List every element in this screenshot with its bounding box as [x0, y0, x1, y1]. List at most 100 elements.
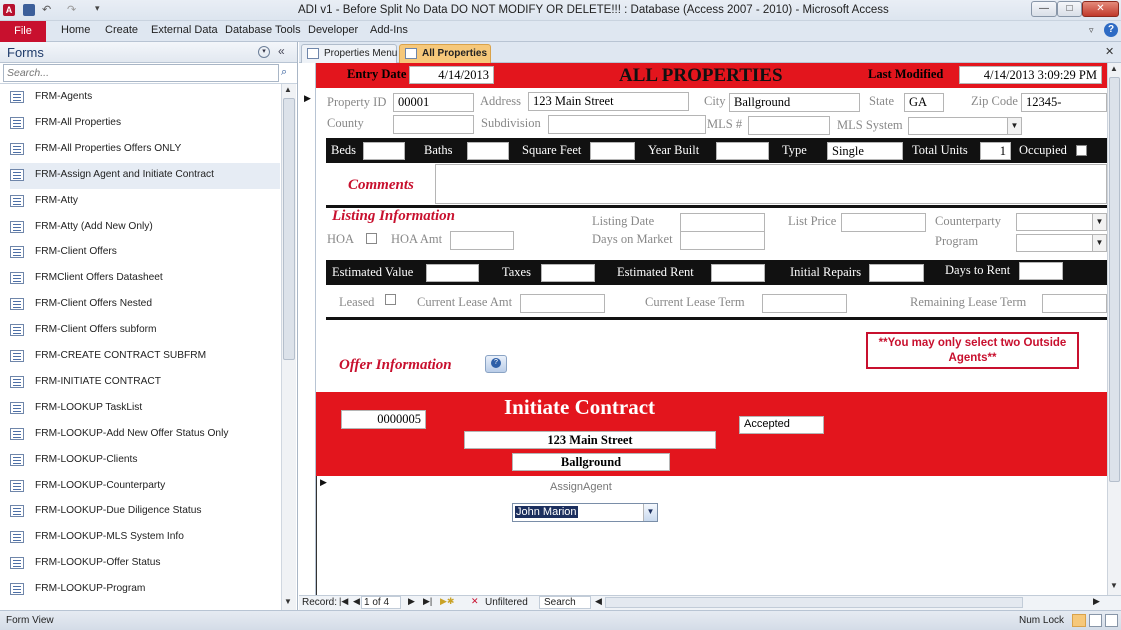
- tab-file[interactable]: File: [0, 21, 46, 42]
- tab-database-tools[interactable]: Database Tools: [225, 24, 301, 36]
- subdivision-field[interactable]: [548, 115, 706, 134]
- address-field[interactable]: 123 Main Street: [528, 92, 689, 111]
- redo-icon[interactable]: ↷: [67, 3, 76, 16]
- scroll-left-icon[interactable]: ◀: [595, 596, 602, 607]
- horizontal-scrollbar-track[interactable]: [605, 597, 1023, 608]
- year-built-field[interactable]: [716, 142, 769, 160]
- nav-item-form[interactable]: FRM-Client Offers Nested: [10, 292, 280, 318]
- program-select[interactable]: ▼: [1016, 234, 1107, 252]
- scroll-up-icon[interactable]: ▲: [284, 85, 292, 94]
- listing-date-field[interactable]: [680, 213, 765, 232]
- previous-record-icon[interactable]: ◀: [353, 596, 360, 607]
- nav-item-form[interactable]: FRM-LOOKUP-Clients: [10, 448, 280, 474]
- form-vertical-scrollbar[interactable]: ▲ ▼: [1107, 63, 1121, 595]
- current-lease-amt-field[interactable]: [520, 294, 605, 313]
- last-modified-field[interactable]: 4/14/2013 3:09:29 PM: [959, 66, 1102, 84]
- nav-item-form[interactable]: FRM-Client Offers: [10, 240, 280, 266]
- hoa-checkbox[interactable]: [366, 233, 377, 244]
- contract-status-field[interactable]: Accepted: [739, 416, 824, 434]
- record-position-field[interactable]: 1 of 4: [361, 596, 401, 609]
- nav-item-form[interactable]: FRM-LOOKUP-Counterparty: [10, 474, 280, 500]
- offer-info-button[interactable]: ?: [485, 355, 507, 373]
- nav-item-form[interactable]: FRM-INITIATE CONTRACT: [10, 370, 280, 396]
- leased-checkbox[interactable]: [385, 294, 396, 305]
- collapse-pane-icon[interactable]: «: [278, 44, 285, 58]
- nav-item-form[interactable]: FRMClient Offers Datasheet: [10, 266, 280, 292]
- nav-item-form[interactable]: FRM-Agents: [10, 85, 280, 111]
- first-record-icon[interactable]: |◀: [339, 596, 348, 607]
- assign-agent-select[interactable]: John Marion ▼: [512, 503, 658, 522]
- scroll-down-icon[interactable]: ▼: [1110, 581, 1118, 590]
- form-scroll-thumb[interactable]: [1109, 77, 1120, 482]
- current-lease-term-field[interactable]: [762, 294, 847, 313]
- scroll-up-icon[interactable]: ▲: [1110, 64, 1118, 73]
- nav-menu-chevron-icon[interactable]: ▾: [258, 46, 270, 58]
- next-record-icon[interactable]: ▶: [408, 596, 415, 607]
- beds-field[interactable]: [363, 142, 405, 160]
- filter-icon[interactable]: ✕: [471, 596, 479, 607]
- dropdown-arrow-icon[interactable]: ▼: [643, 504, 657, 521]
- help-icon[interactable]: ?: [1104, 23, 1118, 37]
- ribbon-minimize-icon[interactable]: ▿: [1089, 25, 1094, 36]
- nav-scrollbar[interactable]: ▲ ▼: [281, 84, 296, 610]
- record-search-input[interactable]: Search: [539, 596, 591, 609]
- minimize-button[interactable]: —: [1031, 1, 1057, 17]
- nav-item-form[interactable]: FRM-All Properties Offers ONLY: [10, 137, 280, 163]
- new-record-icon[interactable]: ▶✱: [440, 596, 454, 607]
- baths-field[interactable]: [467, 142, 509, 160]
- dropdown-arrow-icon[interactable]: ▼: [1007, 118, 1021, 134]
- filter-status[interactable]: Unfiltered: [485, 597, 528, 608]
- days-on-market-field[interactable]: [680, 231, 765, 250]
- nav-item-form[interactable]: FRM-Atty (Add New Only): [10, 215, 280, 241]
- tab-external-data[interactable]: External Data: [151, 24, 218, 36]
- tab-create[interactable]: Create: [105, 24, 138, 36]
- nav-item-form[interactable]: FRM-Client Offers subform: [10, 318, 280, 344]
- hoa-amt-field[interactable]: [450, 231, 514, 250]
- dropdown-arrow-icon[interactable]: ▼: [1092, 214, 1106, 230]
- form-view-icon[interactable]: [1072, 614, 1086, 627]
- search-icon[interactable]: ⌕: [281, 66, 287, 79]
- tab-developer[interactable]: Developer: [308, 24, 358, 36]
- county-field[interactable]: [393, 115, 474, 134]
- undo-icon[interactable]: ↶: [42, 3, 51, 16]
- estimated-value-field[interactable]: [426, 264, 479, 282]
- estimated-rent-field[interactable]: [711, 264, 765, 282]
- mls-number-field[interactable]: [748, 116, 830, 135]
- city-field[interactable]: Ballground: [729, 93, 860, 112]
- property-id-field[interactable]: 00001: [393, 93, 474, 112]
- close-document-icon[interactable]: ✕: [1105, 45, 1114, 58]
- dropdown-arrow-icon[interactable]: ▼: [1092, 235, 1106, 251]
- tab-add-ins[interactable]: Add-Ins: [370, 24, 408, 36]
- record-selector[interactable]: ▶: [299, 63, 316, 595]
- remaining-lease-term-field[interactable]: [1042, 294, 1107, 313]
- layout-view-icon[interactable]: [1089, 614, 1102, 627]
- customize-toolbar-icon[interactable]: ▾: [95, 3, 100, 14]
- nav-item-form[interactable]: FRM-LOOKUP-Offer Status: [10, 551, 280, 577]
- tab-home[interactable]: Home: [61, 24, 90, 36]
- nav-item-form[interactable]: FRM-Atty: [10, 189, 280, 215]
- contract-city-field[interactable]: Ballground: [512, 453, 670, 471]
- last-record-icon[interactable]: ▶|: [423, 596, 432, 607]
- type-field[interactable]: Single: [827, 142, 903, 160]
- nav-search-input[interactable]: [3, 64, 279, 82]
- nav-item-form[interactable]: FRM-LOOKUP TaskList: [10, 396, 280, 422]
- tab-all-properties[interactable]: All Properties: [399, 44, 491, 63]
- maximize-button[interactable]: □: [1057, 1, 1082, 17]
- counterparty-select[interactable]: ▼: [1016, 213, 1107, 231]
- nav-item-form[interactable]: FRM-LOOKUP-Add New Offer Status Only: [10, 422, 280, 448]
- initial-repairs-field[interactable]: [869, 264, 924, 282]
- close-button[interactable]: ✕: [1082, 1, 1119, 17]
- square-feet-field[interactable]: [590, 142, 635, 160]
- days-to-rent-field[interactable]: [1019, 262, 1063, 280]
- contract-id-field[interactable]: 0000005: [341, 410, 426, 429]
- nav-item-form[interactable]: FRM-CREATE CONTRACT SUBFRM: [10, 344, 280, 370]
- list-price-field[interactable]: [841, 213, 926, 232]
- total-units-field[interactable]: 1: [980, 142, 1011, 160]
- save-icon[interactable]: [23, 4, 35, 16]
- scroll-down-icon[interactable]: ▼: [284, 597, 292, 606]
- mls-system-select[interactable]: ▼: [908, 117, 1022, 135]
- nav-scroll-thumb[interactable]: [283, 98, 295, 360]
- occupied-checkbox[interactable]: [1076, 145, 1087, 156]
- contract-address-field[interactable]: 123 Main Street: [464, 431, 716, 449]
- nav-item-form[interactable]: FRM-Assign Agent and Initiate Contract: [10, 162, 280, 189]
